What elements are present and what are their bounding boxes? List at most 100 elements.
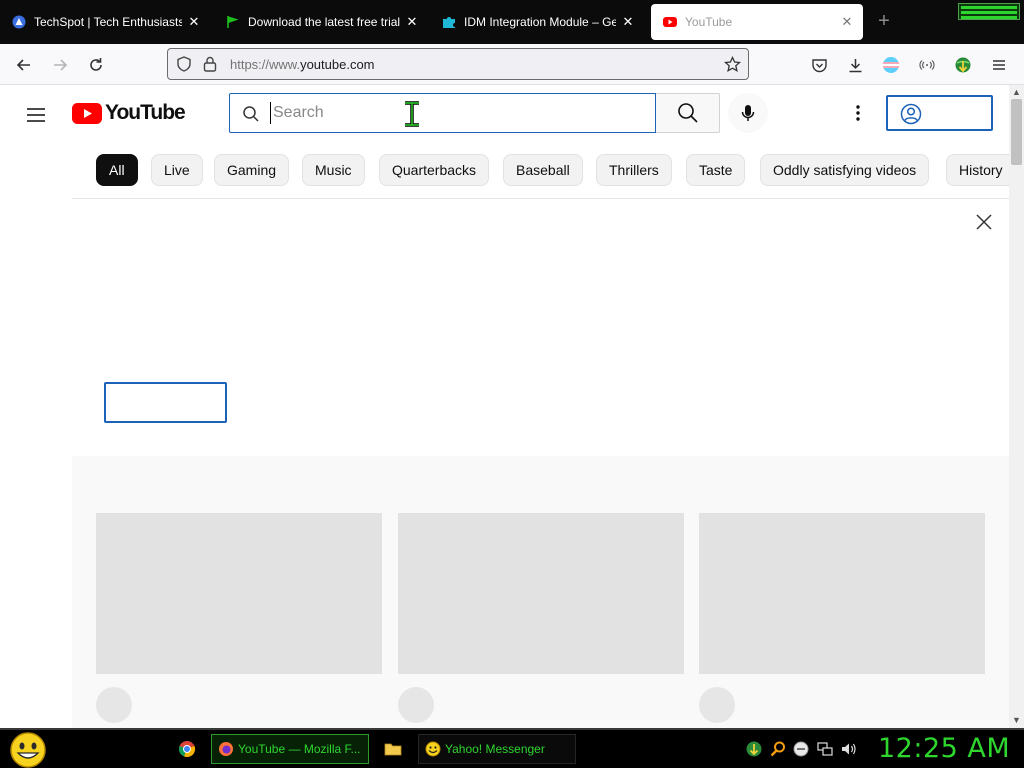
tab-label: Download the latest free trial v bbox=[248, 15, 400, 29]
reload-icon bbox=[90, 58, 102, 71]
video-thumbnail-placeholder[interactable] bbox=[96, 513, 382, 674]
tab-idm-integration[interactable]: IDM Integration Module – Get ✕ bbox=[430, 4, 644, 40]
url-host: youtube.com bbox=[300, 57, 375, 72]
more-vertical-icon bbox=[856, 105, 860, 121]
techspot-icon bbox=[12, 15, 26, 29]
chip-thrillers[interactable]: Thrillers bbox=[596, 154, 672, 186]
tab-label: IDM Integration Module – Get bbox=[464, 15, 616, 29]
tab-youtube[interactable]: YouTube ✕ bbox=[651, 4, 863, 40]
yahoo-messenger-icon bbox=[425, 741, 441, 757]
volume-icon[interactable] bbox=[840, 740, 858, 758]
channel-avatar-placeholder bbox=[699, 687, 735, 723]
guide-menu-icon[interactable] bbox=[24, 103, 48, 127]
close-icon[interactable] bbox=[975, 213, 993, 231]
page-scrollbar[interactable]: ▲ ▼ bbox=[1009, 85, 1024, 728]
chip-all[interactable]: All bbox=[96, 154, 138, 186]
settings-more-button[interactable] bbox=[846, 101, 870, 125]
scroll-up-arrow-icon[interactable]: ▲ bbox=[1012, 88, 1021, 97]
close-icon[interactable]: ✕ bbox=[186, 14, 202, 30]
focused-placeholder-button[interactable] bbox=[104, 382, 227, 423]
new-tab-button[interactable]: + bbox=[874, 11, 894, 33]
magnifier-tray-icon[interactable] bbox=[769, 740, 787, 758]
sign-in-button[interactable] bbox=[886, 95, 993, 131]
taskbar-item-firefox[interactable]: YouTube — Mozilla F... bbox=[211, 734, 369, 764]
signal-icon bbox=[919, 60, 935, 70]
youtube-logo[interactable]: YouTube bbox=[72, 101, 186, 125]
channel-avatar-placeholder bbox=[96, 687, 132, 723]
download-icon bbox=[849, 58, 861, 72]
close-icon[interactable]: ✕ bbox=[620, 14, 636, 30]
taskbar-item-label: YouTube — Mozilla F... bbox=[238, 742, 361, 756]
url-text: https://www.youtube.com bbox=[230, 57, 375, 72]
firefox-icon bbox=[219, 742, 233, 756]
forward-button[interactable] bbox=[47, 52, 73, 78]
url-bar[interactable]: https://www.youtube.com bbox=[167, 48, 749, 80]
chip-history[interactable]: History bbox=[946, 154, 1009, 186]
reload-button[interactable] bbox=[83, 52, 109, 78]
idm-extension-button[interactable] bbox=[950, 52, 976, 78]
downloads-button[interactable] bbox=[842, 52, 868, 78]
status-tray-icon[interactable] bbox=[792, 740, 810, 758]
chip-music[interactable]: Music bbox=[302, 154, 365, 186]
puzzle-piece-icon bbox=[443, 17, 455, 28]
microphone-icon bbox=[741, 105, 755, 121]
channel-avatar-placeholder bbox=[398, 687, 434, 723]
os-taskbar: YouTube — Mozilla F... Yahoo! Messenger … bbox=[0, 728, 1024, 768]
chip-quarterbacks[interactable]: Quarterbacks bbox=[379, 154, 490, 186]
scroll-down-arrow-icon[interactable]: ▼ bbox=[1012, 716, 1021, 725]
window-controls-widget[interactable] bbox=[958, 3, 1020, 20]
youtube-page: YouTube All Live Gaming Music Quarterbac… bbox=[0, 85, 1009, 728]
search-button[interactable] bbox=[656, 93, 720, 133]
scrollbar-thumb[interactable] bbox=[1011, 99, 1022, 165]
video-thumbnail-placeholder[interactable] bbox=[398, 513, 684, 674]
hamburger-menu-icon bbox=[993, 60, 1005, 70]
chip-live[interactable]: Live bbox=[151, 154, 203, 186]
search-box[interactable] bbox=[229, 93, 656, 133]
chip-gaming[interactable]: Gaming bbox=[214, 154, 290, 186]
network-tray-icon[interactable] bbox=[816, 740, 834, 758]
tab-label: YouTube bbox=[685, 15, 733, 29]
green-flag-icon bbox=[227, 16, 239, 28]
search-icon bbox=[243, 106, 259, 122]
chrome-icon[interactable] bbox=[178, 740, 196, 758]
app-menu-button[interactable] bbox=[986, 52, 1012, 78]
close-icon[interactable]: ✕ bbox=[839, 14, 855, 30]
taskbar-item-label: Yahoo! Messenger bbox=[445, 742, 545, 756]
chip-bar: All Live Gaming Music Quarterbacks Baseb… bbox=[72, 142, 1009, 199]
chip-taste[interactable]: Taste bbox=[686, 154, 746, 186]
browser-tab-strip: TechSpot | Tech Enthusiasts, P ✕ Downloa… bbox=[0, 0, 1024, 44]
video-feed-skeleton bbox=[72, 456, 1009, 728]
close-icon[interactable]: ✕ bbox=[404, 14, 420, 30]
trans-flag-icon bbox=[883, 57, 899, 73]
chip-oddly-satisfying-videos[interactable]: Oddly satisfying videos bbox=[760, 154, 930, 186]
account-circle-icon bbox=[900, 103, 922, 125]
extension-flag-button[interactable] bbox=[878, 52, 904, 78]
chip-baseball[interactable]: Baseball bbox=[503, 154, 583, 186]
voice-search-button[interactable] bbox=[728, 93, 768, 133]
tab-techspot[interactable]: TechSpot | Tech Enthusiasts, P ✕ bbox=[0, 4, 210, 40]
pocket-icon bbox=[811, 58, 827, 72]
video-thumbnail-placeholder[interactable] bbox=[699, 513, 985, 674]
arrow-left-icon bbox=[16, 59, 30, 71]
youtube-icon bbox=[663, 17, 677, 27]
youtube-wordmark: YouTube bbox=[105, 101, 186, 124]
lock-icon bbox=[203, 56, 217, 72]
taskbar-item-yahoo-messenger[interactable]: Yahoo! Messenger bbox=[418, 734, 576, 764]
search-icon bbox=[677, 103, 698, 123]
smiley-start-icon[interactable] bbox=[8, 731, 48, 769]
search-input[interactable] bbox=[270, 102, 640, 124]
folder-icon[interactable] bbox=[384, 740, 402, 758]
pocket-button[interactable] bbox=[806, 52, 832, 78]
arrow-right-icon bbox=[54, 59, 68, 71]
taskbar-clock[interactable]: 12:25 AM bbox=[878, 733, 1010, 764]
text-cursor-icon bbox=[405, 101, 419, 127]
tab-download-trial[interactable]: Download the latest free trial v ✕ bbox=[214, 4, 428, 40]
url-scheme: https://www. bbox=[230, 57, 301, 72]
star-icon[interactable] bbox=[724, 56, 741, 73]
back-button[interactable] bbox=[11, 52, 37, 78]
browser-navigation-bar: https://www.youtube.com bbox=[0, 44, 1024, 85]
idm-tray-icon[interactable] bbox=[745, 740, 763, 758]
extension-wifi-button[interactable] bbox=[914, 52, 940, 78]
idm-globe-icon bbox=[955, 57, 971, 73]
tab-label: TechSpot | Tech Enthusiasts, P bbox=[34, 15, 182, 29]
